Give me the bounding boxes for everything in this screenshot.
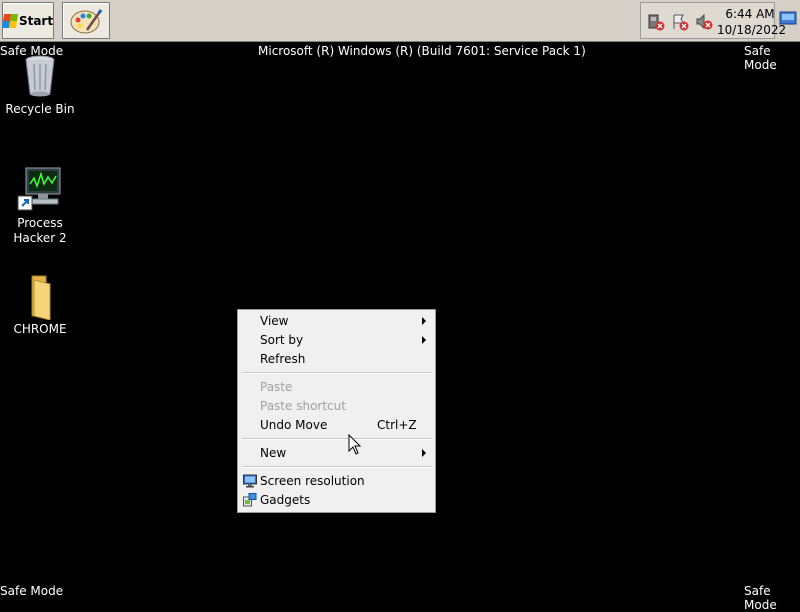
safe-mode-label-top-right: Safe Mode — [744, 44, 777, 72]
desktop-icon-process-hacker[interactable]: Process Hacker 2 — [0, 164, 80, 246]
network-error-icon[interactable] — [647, 13, 665, 31]
submenu-arrow-icon — [422, 449, 426, 457]
undo-move-shortcut: Ctrl+Z — [377, 418, 417, 432]
taskbar: Start 6:44 AM 10/18/2022 — [0, 0, 800, 42]
desktop-context-menu: View Sort by Refresh Paste Paste shortcu… — [237, 309, 436, 513]
volume-muted-icon[interactable] — [695, 13, 713, 31]
mouse-cursor-icon — [348, 434, 362, 455]
menu-item-sort-by[interactable]: Sort by — [260, 331, 303, 349]
safe-mode-label-bottom-left: Safe Mode — [0, 584, 64, 598]
menu-item-gadgets[interactable]: Gadgets — [260, 491, 310, 509]
build-info: Microsoft (R) Windows (R) (Build 7601: S… — [258, 44, 586, 58]
menu-item-screen-resolution[interactable]: Screen resolution — [260, 472, 365, 490]
desktop-icon-label: Recycle Bin — [5, 102, 75, 116]
desktop-icon-label: CHROME — [13, 322, 67, 336]
show-desktop-icon[interactable] — [779, 8, 797, 28]
clock-date[interactable]: 10/18/2022 — [717, 23, 786, 37]
paint-icon — [70, 8, 103, 33]
clock-time[interactable]: 6:44 AM — [725, 7, 775, 21]
folder-icon — [31, 275, 51, 320]
safe-mode-label-bottom-right: Safe Mode — [744, 584, 777, 612]
menu-separator — [242, 438, 432, 440]
desktop-icon-recycle-bin[interactable]: Recycle Bin — [0, 52, 80, 117]
submenu-arrow-icon — [422, 336, 426, 344]
screen-resolution-icon — [243, 474, 257, 488]
start-label: Start — [18, 13, 54, 28]
menu-item-refresh[interactable]: Refresh — [260, 350, 305, 368]
menu-separator — [242, 372, 432, 374]
desktop-icon-label-line2: Hacker 2 — [13, 231, 67, 245]
submenu-arrow-icon — [422, 317, 426, 325]
taskbar-paint-button[interactable] — [62, 2, 110, 39]
menu-item-view[interactable]: View — [260, 312, 288, 330]
menu-item-paste-shortcut: Paste shortcut — [260, 399, 346, 413]
start-button[interactable]: Start — [1, 2, 54, 39]
desktop-icon-chrome-folder[interactable]: CHROME — [0, 272, 80, 337]
process-hacker-icon — [17, 167, 61, 211]
windows-flag-icon — [1, 13, 18, 28]
system-tray: 6:44 AM 10/18/2022 — [640, 2, 786, 39]
action-center-error-icon[interactable] — [671, 13, 689, 31]
gadgets-icon — [243, 493, 257, 507]
menu-item-undo-move[interactable]: Undo Move — [260, 416, 327, 434]
menu-item-paste: Paste — [260, 380, 293, 394]
desktop-icon-label: Process — [17, 216, 63, 230]
menu-item-new[interactable]: New — [260, 444, 286, 462]
recycle-bin-icon — [25, 55, 55, 97]
menu-separator — [242, 466, 432, 468]
